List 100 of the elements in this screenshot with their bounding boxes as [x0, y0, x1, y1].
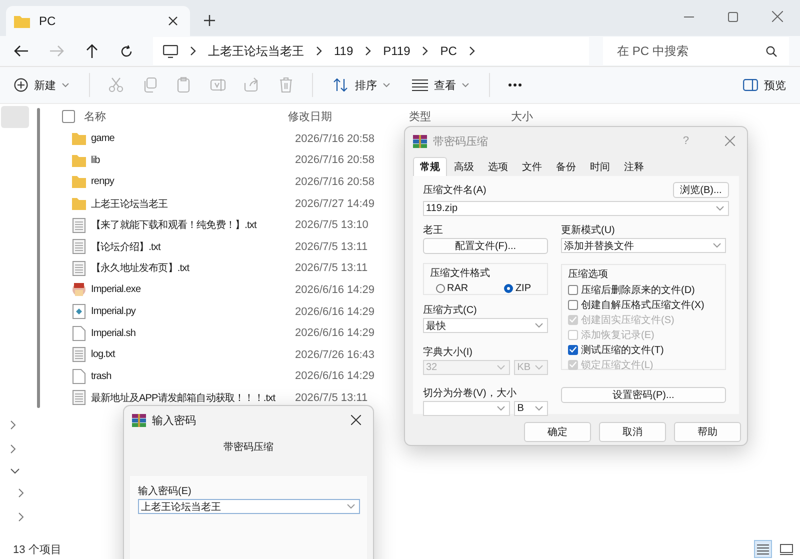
- dialog-button[interactable]: 帮助: [674, 422, 741, 442]
- file-name[interactable]: Imperial.sh: [91, 328, 297, 339]
- modified-date: 2026/7/5 13:11: [295, 240, 369, 253]
- select-all-checkbox[interactable]: [62, 110, 75, 122]
- preview-button[interactable]: 预览: [741, 74, 788, 96]
- field-label: 字典大小(I): [423, 346, 474, 358]
- dialog-tab[interactable]: 注释: [617, 157, 651, 176]
- caret-icon: [347, 504, 355, 509]
- caret-icon: [713, 243, 721, 248]
- option-checkbox[interactable]: 创建自解压格式压缩文件(X): [568, 298, 721, 311]
- column-header[interactable]: 类型: [409, 108, 511, 124]
- format-radio[interactable]: ZIP: [504, 283, 531, 294]
- option-checkbox[interactable]: 测试压缩的文件(T): [568, 343, 721, 356]
- breadcrumb-item[interactable]: 上老王论坛当老王: [208, 42, 304, 60]
- caret-icon: [535, 365, 543, 370]
- field-label: 更新模式(U): [561, 224, 616, 236]
- column-header[interactable]: 修改日期: [288, 108, 409, 124]
- split-unit-dropdown[interactable]: B: [514, 401, 548, 416]
- dialog-tab[interactable]: 文件: [515, 157, 549, 176]
- dialog-title: 输入密码: [152, 414, 196, 428]
- file-name[interactable]: 【永久地址发布页】.txt: [91, 261, 297, 276]
- update-mode-dropdown[interactable]: 添加并替换文件: [561, 238, 726, 253]
- modified-date: 2026/7/26 16:43: [295, 348, 376, 361]
- file-name[interactable]: renpy: [91, 176, 297, 188]
- address-bar[interactable]: 上老王论坛当老王 119 P119 PC: [153, 37, 589, 65]
- folder-icon: [72, 131, 86, 146]
- group-label: 压缩文件格式: [430, 266, 491, 280]
- file-icon: [72, 326, 86, 341]
- window-tab[interactable]: PC: [6, 6, 190, 36]
- file-name[interactable]: log.txt: [91, 349, 297, 360]
- breadcrumb-item[interactable]: 119: [334, 44, 354, 58]
- sort-button[interactable]: 排序: [331, 74, 392, 96]
- monitor-icon: [163, 44, 178, 58]
- close-icon[interactable]: [168, 16, 178, 26]
- view-button[interactable]: 查看: [410, 74, 471, 96]
- column-header[interactable]: 大小: [511, 108, 533, 124]
- modified-date: 2026/7/16 20:58: [295, 132, 376, 145]
- caret-icon: [497, 406, 506, 411]
- chevron-icon[interactable]: [10, 444, 16, 454]
- search-field[interactable]: 在 PC 中搜索: [603, 37, 789, 65]
- dialog-tab[interactable]: 选项: [481, 157, 515, 176]
- dialog-tab[interactable]: 时间: [583, 157, 617, 176]
- file-icon: [72, 368, 86, 384]
- format-radio[interactable]: RAR: [436, 283, 468, 294]
- dialog-button[interactable]: 确定: [524, 422, 591, 442]
- profile-button[interactable]: 配置文件(F)...: [423, 238, 548, 254]
- up-icon[interactable]: [86, 44, 98, 58]
- chevron-icon[interactable]: [10, 468, 20, 474]
- option-checkbox[interactable]: 压缩后删除原来的文件(D): [568, 283, 721, 296]
- scrollbar[interactable]: [37, 108, 40, 408]
- chevron-icon[interactable]: [18, 488, 24, 498]
- password-field[interactable]: 上老王论坛当老王: [138, 499, 360, 514]
- dialog-tab[interactable]: 高级: [447, 157, 481, 176]
- dialog-button[interactable]: 取消: [599, 422, 666, 442]
- modified-date: 2026/7/5 13:11: [295, 262, 369, 274]
- caret-icon: [62, 82, 69, 88]
- text-file-icon: [72, 347, 86, 362]
- file-name[interactable]: trash: [91, 370, 297, 382]
- new-button[interactable]: 新建: [12, 74, 71, 96]
- breadcrumb-item[interactable]: PC: [440, 44, 457, 58]
- file-name[interactable]: 【来了就能下载和观看！纯免费！】.txt: [91, 218, 297, 232]
- search-icon: [766, 46, 777, 57]
- modified-date: 2026/6/16 14:29: [295, 284, 376, 296]
- chevron-icon: [422, 46, 428, 56]
- file-name[interactable]: Imperial.exe: [91, 284, 297, 296]
- browse-button[interactable]: 浏览(B)...: [673, 182, 729, 198]
- back-icon[interactable]: [14, 45, 28, 57]
- chevron-icon[interactable]: [10, 420, 16, 430]
- archive-icon: [413, 134, 427, 148]
- refresh-icon[interactable]: [120, 44, 133, 58]
- dialog-tab[interactable]: 常规: [413, 157, 447, 176]
- dialog-title: 带密码压缩: [433, 134, 488, 148]
- set-password-button[interactable]: 设置密码(P)...: [561, 387, 726, 403]
- file-name[interactable]: 上老王论坛当老王: [91, 196, 297, 211]
- archive-name-field[interactable]: 119.zip: [423, 201, 729, 216]
- modified-date: 2026/7/16 20:58: [295, 154, 376, 166]
- dialog-tab[interactable]: 备份: [549, 157, 583, 176]
- modified-date: 2026/6/16 14:29: [295, 370, 376, 382]
- caret-icon: [716, 206, 724, 211]
- chevron-icon: [468, 46, 475, 56]
- chevron-icon[interactable]: [18, 512, 24, 522]
- details-view-button[interactable]: [754, 540, 772, 558]
- folder-icon: [72, 174, 86, 190]
- file-name[interactable]: Imperial.py: [91, 306, 297, 318]
- caret-icon: [535, 406, 543, 411]
- file-name[interactable]: game: [91, 133, 297, 144]
- file-name[interactable]: 最新地址及APP请发邮箱自动获取！！！.txt: [91, 390, 297, 405]
- more-icon[interactable]: [508, 83, 522, 87]
- column-header[interactable]: 名称: [84, 108, 288, 124]
- file-name[interactable]: lib: [91, 154, 297, 166]
- new-tab-icon[interactable]: [204, 15, 215, 26]
- chevron-icon: [365, 46, 372, 56]
- close-icon[interactable]: [351, 415, 361, 425]
- folder-icon: [14, 14, 30, 28]
- maximize-icon[interactable]: [728, 12, 738, 22]
- caret-icon: [535, 323, 543, 328]
- breadcrumb-item[interactable]: P119: [383, 44, 410, 58]
- method-dropdown[interactable]: 最快: [423, 318, 548, 333]
- file-name[interactable]: 【论坛介绍】.txt: [91, 240, 297, 254]
- caret-icon: [497, 365, 506, 370]
